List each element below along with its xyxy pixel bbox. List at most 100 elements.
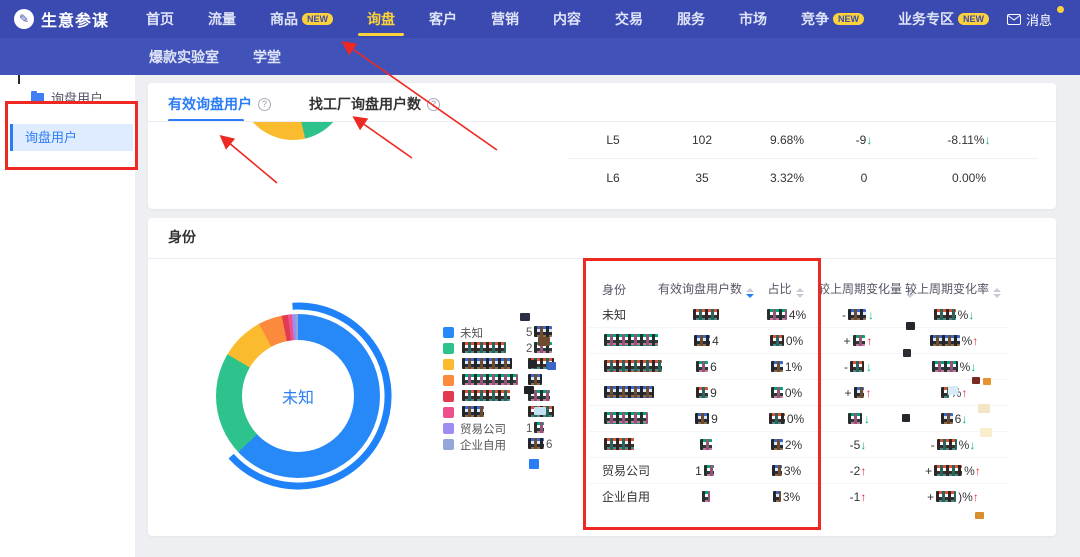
censored-block (696, 387, 708, 398)
identity-name-cell (588, 438, 658, 452)
section-title: 身份 (168, 227, 196, 247)
count-cell: 4 (658, 334, 753, 348)
sidebar-group-header[interactable]: 询盘用户 (31, 88, 135, 107)
tab-valid-inquiry-users[interactable]: 有效询盘用户 ? (168, 94, 271, 114)
help-icon[interactable]: ? (427, 98, 440, 111)
nav-item-业务专区[interactable]: 业务专区NEW (881, 0, 1006, 38)
censored-block (534, 326, 552, 337)
censored-block (696, 361, 708, 372)
column-header: 有效询盘用户数 (658, 280, 753, 298)
legend-label: 企业自用 (460, 437, 518, 453)
up-arrow-icon: ↑ (866, 386, 872, 400)
change-cell: -↓ (818, 360, 898, 374)
censored-block (934, 465, 962, 476)
censored-block (694, 335, 710, 346)
table-row: 企业自用3%-1↑+)%↑ (588, 483, 1008, 509)
legend-item[interactable] (443, 359, 556, 370)
messages-button[interactable]: 消息 (1007, 10, 1066, 29)
nav-item-内容[interactable]: 内容 (536, 0, 598, 38)
app-logo[interactable]: ✎ 生意参谋 (14, 7, 109, 31)
count-cell: 6 (658, 360, 753, 374)
legend-item[interactable] (443, 391, 556, 402)
donut-center-label: 未知 (242, 340, 354, 452)
down-arrow-icon: ↓ (961, 412, 967, 426)
up-arrow-icon: ↑ (973, 490, 979, 504)
table-row: 90%↓6↓ (588, 405, 1008, 431)
rate-cell: %↓ (898, 360, 1008, 374)
censored-block (769, 413, 785, 424)
tab-factory-inquiry-users[interactable]: 找工厂询盘用户数 ? (309, 94, 440, 114)
nav-item-label: 询盘 (367, 9, 395, 29)
sidebar-item-inquiry-users[interactable]: 询盘用户 (10, 124, 133, 151)
ratio-cell: 2% (753, 438, 818, 452)
nav-item-label: 竞争 (801, 9, 829, 29)
legend-swatch (443, 375, 454, 386)
sidebar: 询盘用户 询盘用户 (0, 75, 135, 557)
table-cell: 0 (828, 171, 900, 185)
nav-item-市场[interactable]: 市场 (722, 0, 784, 38)
censored-block (854, 387, 864, 398)
subnav-item-学堂[interactable]: 学堂 (236, 38, 298, 75)
table-cell: -9↓ (828, 133, 900, 147)
nav-item-商品[interactable]: 商品NEW (253, 0, 350, 38)
censored-block (850, 361, 864, 372)
censored-block (695, 413, 709, 424)
identity-name-cell (588, 334, 658, 348)
legend-item[interactable]: 贸易公司1 (443, 423, 556, 434)
legend-item[interactable] (443, 375, 556, 386)
censored-block (773, 491, 781, 502)
new-badge: NEW (833, 13, 864, 25)
level-table: L51029.68%-9↓-8.11%↓L6353.32%00.00% (568, 121, 1038, 196)
sort-icon[interactable] (993, 288, 1001, 298)
table-cell: L6 (568, 171, 658, 185)
nav-item-label: 客户 (429, 9, 457, 29)
legend-swatch (443, 327, 454, 338)
rate-cell: +)%↑ (898, 490, 1008, 504)
nav-item-询盘[interactable]: 询盘 (350, 0, 412, 38)
column-header-label: 有效询盘用户数 (658, 282, 742, 296)
column-header: 占比 (753, 280, 818, 298)
nav-item-服务[interactable]: 服务 (660, 0, 722, 38)
count-cell: 9 (658, 412, 753, 426)
down-arrow-icon: ↓ (864, 412, 870, 426)
table-cell: 0.00% (900, 171, 1038, 185)
legend-label: 未知 (460, 325, 518, 341)
nav-item-流量[interactable]: 流量 (191, 0, 253, 38)
table-cell: 9.68% (746, 133, 828, 147)
table-row: 贸易公司13%-2↑+%↑ (588, 457, 1008, 483)
subnav-item-爆款实验室[interactable]: 爆款实验室 (132, 38, 236, 75)
identity-name-cell: 企业自用 (588, 488, 658, 505)
censor-speck (972, 377, 980, 384)
nav-item-label: 服务 (677, 9, 705, 29)
legend-swatch (443, 343, 454, 354)
nav-item-竞争[interactable]: 竞争 NEW (784, 0, 881, 38)
folder-icon (31, 93, 44, 103)
legend-label: 贸易公司 (460, 421, 518, 437)
table-cell: 35 (658, 171, 746, 185)
notification-dot (1057, 6, 1064, 13)
nav-item-首页[interactable]: 首页 (129, 0, 191, 38)
censored-block (930, 335, 960, 346)
table-row: 61%-↓%↓ (588, 353, 1008, 379)
censored-block (534, 422, 544, 433)
tab-label: 找工厂询盘用户数 (309, 94, 421, 114)
help-icon[interactable]: ? (258, 98, 271, 111)
nav-item-营销[interactable]: 营销 (474, 0, 536, 38)
censor-speck (906, 322, 915, 330)
sort-icon[interactable] (796, 288, 804, 298)
count-cell (658, 308, 753, 322)
censor-speck (902, 414, 910, 422)
change-cell: -5↓ (818, 438, 898, 452)
censored-block (462, 406, 484, 417)
censor-speck (948, 386, 958, 395)
table-row: 2%-5↓-%↓ (588, 431, 1008, 457)
column-header: 较上周期变化率 (898, 280, 1008, 298)
censored-block (462, 358, 512, 369)
identity-card: 身份 未知 未知52贸易公司1企业自用6 身份有效询盘用户数占比较上周期变化量较… (148, 218, 1056, 536)
nav-item-交易[interactable]: 交易 (598, 0, 660, 38)
ratio-cell: 0% (753, 386, 818, 400)
legend-label (460, 342, 518, 355)
count-cell (658, 490, 753, 504)
nav-item-客户[interactable]: 客户 (412, 0, 474, 38)
legend-item[interactable]: 企业自用6 (443, 439, 556, 450)
